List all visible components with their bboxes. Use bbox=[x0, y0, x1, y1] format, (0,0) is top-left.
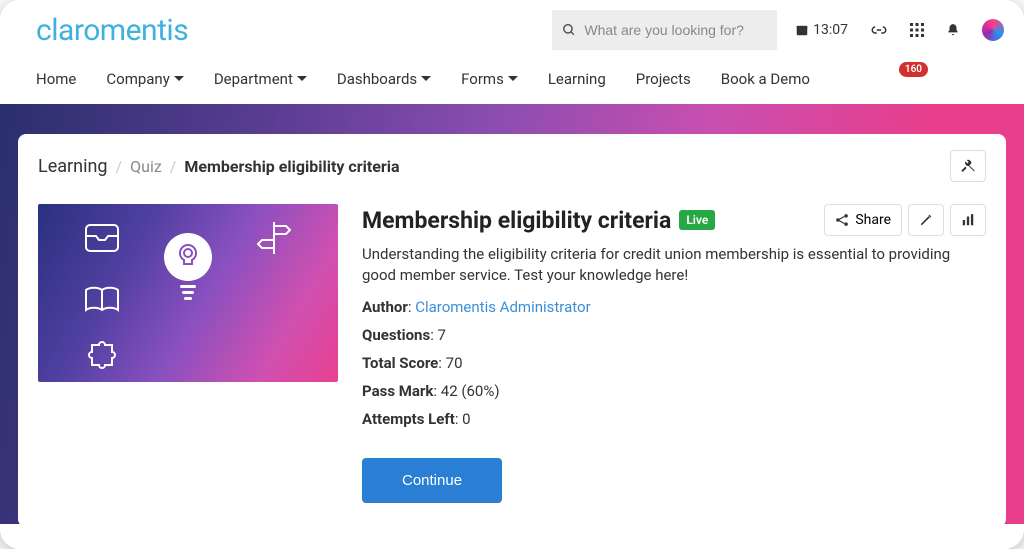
breadcrumb-mid[interactable]: Quiz bbox=[130, 157, 162, 176]
chevron-down-icon bbox=[421, 74, 431, 84]
nav-label: Projects bbox=[636, 70, 691, 88]
attempts-label: Attempts Left bbox=[362, 410, 455, 428]
tools-icon bbox=[960, 158, 976, 174]
share-button[interactable]: Share bbox=[824, 204, 902, 236]
author-link[interactable]: Claromentis Administrator bbox=[415, 298, 590, 316]
breadcrumb-current: Membership eligibility criteria bbox=[184, 157, 399, 176]
nav-label: Dashboards bbox=[337, 70, 417, 88]
chevron-down-icon bbox=[297, 74, 307, 84]
status-badge: Live bbox=[679, 210, 715, 230]
link-icon[interactable] bbox=[870, 23, 888, 37]
nav-book-demo[interactable]: Book a Demo bbox=[721, 70, 810, 88]
book-icon bbox=[84, 286, 120, 314]
quiz-description: Understanding the eligibility criteria f… bbox=[362, 244, 986, 286]
total-score-value: 70 bbox=[446, 354, 463, 372]
questions-label: Questions bbox=[362, 326, 430, 344]
settings-button[interactable] bbox=[950, 150, 986, 182]
page-title: Membership eligibility criteria bbox=[362, 207, 671, 234]
avatar[interactable] bbox=[982, 19, 1004, 41]
bar-chart-icon bbox=[961, 213, 975, 227]
lightbulb-icon bbox=[160, 231, 216, 307]
main-nav: Home Company Department Dashboards Forms… bbox=[0, 60, 1024, 104]
share-icon bbox=[835, 213, 849, 227]
nav-forms[interactable]: Forms bbox=[461, 70, 518, 88]
total-score-label: Total Score bbox=[362, 354, 438, 372]
nav-projects[interactable]: Projects bbox=[636, 70, 691, 88]
inbox-icon bbox=[84, 223, 120, 253]
nav-learning[interactable]: Learning bbox=[548, 70, 606, 88]
chevron-down-icon bbox=[508, 74, 518, 84]
nav-label: Book a Demo bbox=[721, 70, 810, 88]
nav-label: Forms bbox=[461, 70, 504, 88]
logo[interactable]: claromentis bbox=[36, 13, 188, 48]
nav-label: Home bbox=[36, 70, 76, 88]
puzzle-icon bbox=[84, 337, 120, 373]
pencil-icon bbox=[919, 213, 933, 227]
quiz-thumbnail bbox=[38, 204, 338, 382]
nav-dashboards[interactable]: Dashboards bbox=[337, 70, 431, 88]
pass-mark-value: 42 (60%) bbox=[441, 382, 500, 400]
nav-label: Department bbox=[214, 70, 293, 88]
nav-home[interactable]: Home bbox=[36, 70, 76, 88]
nav-company[interactable]: Company bbox=[106, 70, 183, 88]
breadcrumb: Learning / Quiz / Membership eligibility… bbox=[38, 156, 400, 177]
signpost-icon bbox=[256, 220, 292, 256]
clock-widget[interactable]: 13:07 bbox=[795, 22, 848, 38]
share-label: Share bbox=[855, 212, 891, 228]
pass-mark-label: Pass Mark bbox=[362, 382, 433, 400]
search-input[interactable] bbox=[584, 22, 767, 38]
apps-icon[interactable] bbox=[910, 23, 924, 37]
nav-department[interactable]: Department bbox=[214, 70, 307, 88]
breadcrumb-root[interactable]: Learning bbox=[38, 156, 108, 177]
calendar-icon bbox=[795, 23, 809, 37]
nav-label: Company bbox=[106, 70, 169, 88]
attempts-value: 0 bbox=[462, 410, 470, 428]
nav-label: Learning bbox=[548, 70, 606, 88]
search-icon bbox=[562, 22, 576, 38]
edit-button[interactable] bbox=[908, 204, 944, 236]
questions-value: 7 bbox=[438, 326, 446, 344]
notification-badge[interactable]: 160 bbox=[899, 62, 928, 77]
search-box[interactable] bbox=[552, 10, 777, 50]
continue-button[interactable]: Continue bbox=[362, 458, 502, 503]
author-label: Author bbox=[362, 298, 408, 316]
bell-icon[interactable] bbox=[946, 22, 960, 38]
chevron-down-icon bbox=[174, 74, 184, 84]
stats-button[interactable] bbox=[950, 204, 986, 236]
time-text: 13:07 bbox=[813, 22, 848, 38]
